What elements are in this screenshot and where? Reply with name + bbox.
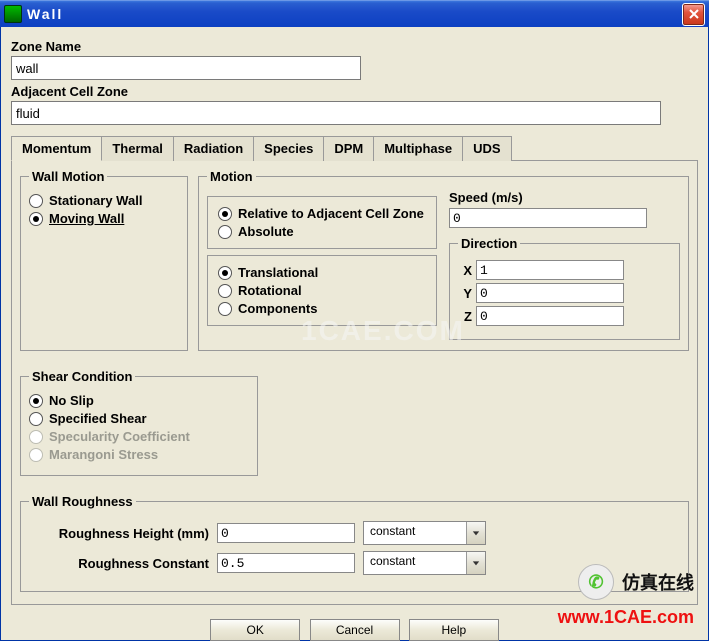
cancel-button[interactable]: Cancel xyxy=(310,619,400,641)
roughness-height-dropdown[interactable]: constant xyxy=(363,521,486,545)
radio-label: Components xyxy=(238,301,317,316)
roughness-constant-label: Roughness Constant xyxy=(29,556,209,571)
radio-rotational[interactable]: Rotational xyxy=(218,283,426,298)
radio-label: Stationary Wall xyxy=(49,193,142,208)
roughness-constant-dropdown[interactable]: constant xyxy=(363,551,486,575)
radio-icon xyxy=(218,284,232,298)
radio-label: Relative to Adjacent Cell Zone xyxy=(238,206,424,221)
radio-icon xyxy=(218,266,232,280)
dir-y-input[interactable] xyxy=(476,283,624,303)
radio-specularity: Specularity Coefficient xyxy=(29,429,249,444)
radio-label: Marangoni Stress xyxy=(49,447,158,462)
radio-icon xyxy=(29,194,43,208)
wall-roughness-group: Wall Roughness Roughness Height (mm) con… xyxy=(20,494,689,592)
wall-motion-group: Wall Motion Stationary Wall Moving Wall xyxy=(20,169,188,351)
tab-dpm[interactable]: DPM xyxy=(323,136,374,161)
adjacent-zone-label: Adjacent Cell Zone xyxy=(11,84,698,99)
ok-button[interactable]: OK xyxy=(210,619,300,641)
dir-z-input[interactable] xyxy=(476,306,624,326)
tab-strip: Momentum Thermal Radiation Species DPM M… xyxy=(11,135,698,161)
radio-icon xyxy=(218,302,232,316)
tab-radiation[interactable]: Radiation xyxy=(173,136,254,161)
radio-icon xyxy=(29,412,43,426)
shear-legend: Shear Condition xyxy=(29,369,135,384)
speed-group: Speed (m/s) xyxy=(449,190,680,228)
radio-marangoni: Marangoni Stress xyxy=(29,447,249,462)
radio-moving-wall[interactable]: Moving Wall xyxy=(29,211,179,226)
radio-specified-shear[interactable]: Specified Shear xyxy=(29,411,249,426)
dir-z-label: Z xyxy=(458,309,472,324)
motion-type-group: Translational Rotational Components xyxy=(207,255,437,326)
radio-icon xyxy=(218,207,232,221)
tab-uds[interactable]: UDS xyxy=(462,136,511,161)
roughness-constant-input[interactable] xyxy=(217,553,355,573)
radio-label: Specified Shear xyxy=(49,411,147,426)
app-icon xyxy=(4,5,22,23)
chevron-down-icon xyxy=(466,522,485,544)
adjacent-zone-input[interactable] xyxy=(11,101,661,125)
shear-condition-group: Shear Condition No Slip Specified Shear … xyxy=(20,369,258,476)
motion-group: Motion Relative to Adjacent Cell Zone Ab… xyxy=(198,169,689,351)
tab-multiphase[interactable]: Multiphase xyxy=(373,136,463,161)
title-bar: Wall xyxy=(0,0,709,27)
tab-momentum[interactable]: Momentum xyxy=(11,136,102,161)
dir-x-label: X xyxy=(458,263,472,278)
dialog-body: Zone Name Adjacent Cell Zone Momentum Th… xyxy=(0,27,709,641)
window-title: Wall xyxy=(27,6,682,22)
radio-icon xyxy=(29,212,43,226)
speed-label: Speed (m/s) xyxy=(449,190,680,205)
radio-stationary-wall[interactable]: Stationary Wall xyxy=(29,193,179,208)
direction-group: Direction X Y Z xyxy=(449,236,680,340)
radio-icon xyxy=(29,448,43,462)
roughness-height-label: Roughness Height (mm) xyxy=(29,526,209,541)
dropdown-value: constant xyxy=(364,522,466,544)
close-icon xyxy=(689,9,699,19)
zone-name-label: Zone Name xyxy=(11,39,698,54)
dir-x-input[interactable] xyxy=(476,260,624,280)
radio-icon xyxy=(29,430,43,444)
radio-label: No Slip xyxy=(49,393,94,408)
roughness-legend: Wall Roughness xyxy=(29,494,136,509)
radio-relative[interactable]: Relative to Adjacent Cell Zone xyxy=(218,206,426,221)
wall-motion-legend: Wall Motion xyxy=(29,169,107,184)
close-button[interactable] xyxy=(682,3,705,26)
radio-label: Absolute xyxy=(238,224,294,239)
radio-label: Moving Wall xyxy=(49,211,124,226)
radio-translational[interactable]: Translational xyxy=(218,265,426,280)
radio-icon xyxy=(218,225,232,239)
chevron-down-icon xyxy=(466,552,485,574)
radio-label: Specularity Coefficient xyxy=(49,429,190,444)
dir-y-label: Y xyxy=(458,286,472,301)
zone-name-input[interactable] xyxy=(11,56,361,80)
motion-legend: Motion xyxy=(207,169,256,184)
button-bar: OK Cancel Help xyxy=(11,619,698,641)
dropdown-value: constant xyxy=(364,552,466,574)
motion-frame-group: Relative to Adjacent Cell Zone Absolute xyxy=(207,196,437,249)
roughness-height-input[interactable] xyxy=(217,523,355,543)
radio-absolute[interactable]: Absolute xyxy=(218,224,426,239)
help-button[interactable]: Help xyxy=(409,619,499,641)
tab-species[interactable]: Species xyxy=(253,136,324,161)
radio-label: Translational xyxy=(238,265,318,280)
speed-input[interactable] xyxy=(449,208,647,228)
radio-no-slip[interactable]: No Slip xyxy=(29,393,249,408)
radio-icon xyxy=(29,394,43,408)
direction-legend: Direction xyxy=(458,236,520,251)
tab-thermal[interactable]: Thermal xyxy=(101,136,174,161)
momentum-panel: Wall Motion Stationary Wall Moving Wall … xyxy=(11,161,698,605)
radio-components[interactable]: Components xyxy=(218,301,426,316)
radio-label: Rotational xyxy=(238,283,302,298)
